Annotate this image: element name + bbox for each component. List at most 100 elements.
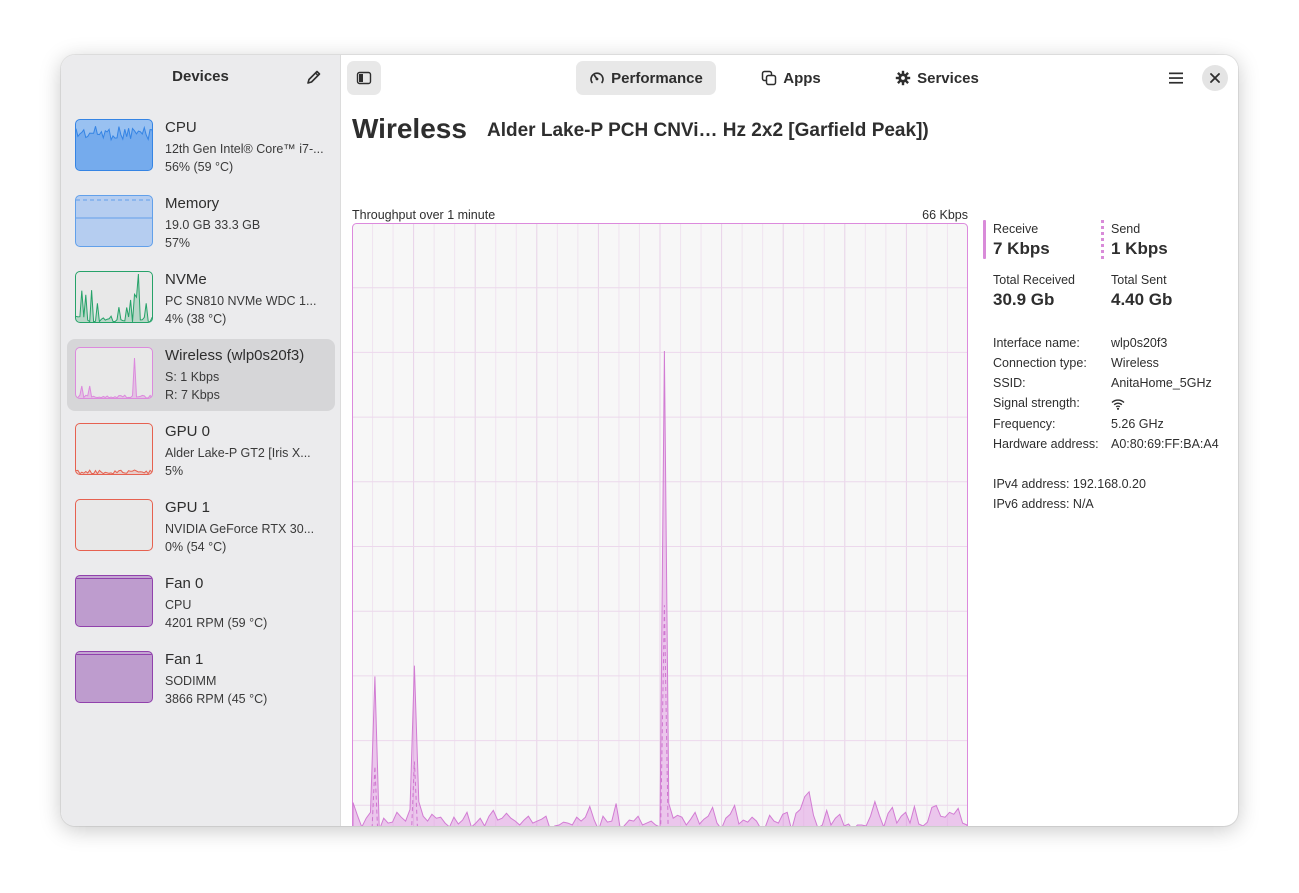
info-key: Connection type: [993,356,1087,370]
sidebar-toggle-button[interactable] [347,61,381,95]
receive-stat: Receive 7 Kbps [993,222,1050,259]
info-row-ipv6: IPv6 address: N/A [993,497,1094,511]
device-usage: 5% [165,464,184,478]
edit-button[interactable] [304,67,324,87]
device-name: Wireless (wlp0s20f3) [165,347,305,364]
ipv6-label: IPv6 address: [993,497,1070,511]
info-value: AnitaHome_5GHz [1111,376,1212,390]
thumbnail-chart [76,654,152,702]
sidebar-device-gpu-1[interactable]: GPU 1 NVIDIA GeForce RTX 30... 0% (54 °C) [67,491,335,563]
total-sent-value: 4.40 Gb [1111,290,1173,309]
device-usage: 3866 RPM (45 °C) [165,692,268,706]
sidebar-title: Devices [172,68,229,85]
device-graph-thumbnail [75,499,153,551]
device-graph-thumbnail [75,575,153,627]
thumbnail-line [76,357,152,398]
sidebar-icon [356,71,372,85]
tab-apps-label: Apps [783,69,821,87]
total-sent-label: Total Sent [1111,273,1167,287]
ipv6-value: N/A [1072,497,1094,511]
sidebar-device-nvme[interactable]: NVMe PC SN810 NVMe WDC 1... 4% (38 °C) [67,263,335,335]
thumbnail-chart [76,125,152,170]
send-value: 1 Kbps [1111,239,1168,258]
device-name: Fan 1 [165,651,204,668]
device-graph-thumbnail [75,119,153,171]
ipv4-label: IPv4 address: [993,477,1070,491]
device-usage: R: 7 Kbps [165,388,220,402]
device-usage: 56% (59 °C) [165,160,234,174]
info-key: Frequency: [993,417,1056,431]
send-label: Send [1111,222,1141,236]
sidebar-device-cpu[interactable]: CPU 12th Gen Intel® Core™ i7-... 56% (59 °… [67,111,335,183]
device-usage: 4% (38 °C) [165,312,227,326]
tab-services[interactable]: Services [878,61,996,95]
sidebar-device-fan-0[interactable]: Fan 0 CPU 4201 RPM (59 °C) [67,567,335,639]
tab-apps[interactable]: Apps [746,61,836,95]
ipv4-value: 192.168.0.20 [1072,477,1146,491]
device-graph-thumbnail [75,271,153,323]
sidebar-device-memory[interactable]: Memory 19.0 GB 33.3 GB 57% [67,187,335,259]
receive-label: Receive [993,222,1039,236]
thumbnail-area [76,358,152,398]
device-name: GPU 0 [165,423,211,440]
send-stat: Send 1 Kbps [1111,222,1168,259]
device-name: GPU 1 [165,499,211,516]
wifi-signal-icon [1111,398,1125,413]
page-title: Wireless [352,113,467,144]
device-graph-thumbnail [75,423,153,475]
total-sent-stat: Total Sent 4.40 Gb [1111,273,1172,310]
thumbnail-chart [76,273,152,322]
device-usage: 0% (54 °C) [165,540,227,554]
total-received-stat: Total Received 30.9 Gb [993,273,1075,310]
device-detail: SODIMM [165,674,217,688]
info-value: Wireless [1111,356,1159,370]
device-name: NVMe [165,271,207,288]
main-menu-button[interactable] [1162,64,1190,92]
device-usage: 4201 RPM (59 °C) [165,616,268,630]
send-legend-swatch [1101,220,1104,259]
thumbnail-chart [76,578,152,626]
device-detail: 12th Gen Intel® Core™ i7-... [165,142,324,156]
thumbnail-chart [76,199,153,247]
header-bar: Performance Apps Services [341,55,1238,101]
device-name: Memory [165,195,220,212]
device-name: Fan 0 [165,575,204,592]
tab-performance[interactable]: Performance [576,61,716,95]
device-graph-thumbnail [75,651,153,703]
thumbnail-area [76,654,152,702]
thumbnail-chart [76,500,153,551]
info-value: A0:80:69:FF:BA:A4 [1111,437,1219,451]
info-key: Interface name: [993,336,1080,350]
thumbnail-chart [76,357,152,398]
device-detail: PC SN810 NVMe WDC 1... [165,294,317,308]
app-window: Devices CPU 12th Gen Intel® Core™ i7-... 5… [61,55,1238,826]
tab-performance-label: Performance [611,69,703,87]
info-value: wlp0s20f3 [1111,336,1168,350]
thumbnail-area [76,578,152,626]
info-key: SSID: [993,376,1026,390]
info-key: Signal strength: [993,396,1080,410]
graph-caption: Throughput over 1 minute [352,208,496,222]
sidebar: Devices CPU 12th Gen Intel® Core™ i7-... 5… [61,55,341,826]
device-detail: NVIDIA GeForce RTX 30... [165,522,315,536]
receive-legend-swatch [983,220,986,259]
close-icon [1210,73,1220,83]
info-value: 5.26 GHz [1111,417,1164,431]
device-graph-thumbnail [75,195,153,247]
gear-icon [895,70,911,86]
close-button[interactable] [1202,65,1228,91]
speedometer-icon [589,70,605,86]
sidebar-device-fan-1[interactable]: Fan 1 SODIMM 3866 RPM (45 °C) [67,643,335,715]
device-graph-thumbnail [75,347,153,399]
device-subtitle: Alder Lake-P PCH CNVi… Hz 2x2 [Garfield … [487,120,929,141]
sidebar-device-wireless[interactable]: Wireless (wlp0s20f3) S: 1 Kbps R: 7 Kbps [67,339,335,411]
device-detail: S: 1 Kbps [165,370,220,384]
sidebar-device-gpu-0[interactable]: GPU 0 Alder Lake-P GT2 [Iris X... 5% [67,415,335,487]
device-detail: CPU [165,598,192,612]
device-detail: 19.0 GB 33.3 GB [165,218,261,232]
throughput-graph [352,223,968,826]
device-name: CPU [165,119,197,136]
thumbnail-area [76,218,153,247]
total-received-label: Total Received [993,273,1075,287]
main-content: Wireless Alder Lake-P PCH CNVi… Hz 2x2 [… [341,101,1238,826]
